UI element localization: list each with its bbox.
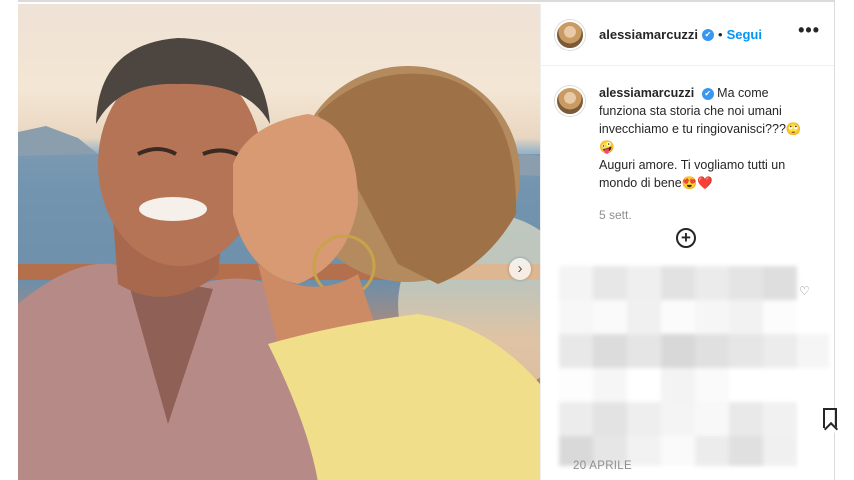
header-username[interactable]: alessiamarcuzzi (599, 27, 698, 42)
bookmark-icon[interactable] (823, 408, 837, 428)
follow-button[interactable]: Segui (727, 27, 762, 42)
caption-verified-badge-icon: ✔ (701, 88, 714, 100)
next-image-button[interactable]: › (509, 258, 531, 280)
caption-avatar[interactable] (555, 86, 585, 116)
caption-body: alessiamarcuzzi ✔ Ma come funziona sta s… (599, 84, 809, 224)
caption: alessiamarcuzzi ✔ Ma come funziona sta s… (541, 66, 834, 224)
verified-badge-icon: ✔ (702, 28, 715, 41)
post-header: alessiamarcuzzi ✔ • Segui ••• (541, 4, 834, 66)
post-sidebar: alessiamarcuzzi ✔ • Segui ••• alessiamar… (540, 4, 837, 480)
post-date[interactable]: 20 APRILE (573, 460, 632, 472)
pixelated-comments (559, 266, 829, 466)
caption-text-line2: Auguri amore. Ti vogliamo tutti un mondo… (599, 158, 786, 190)
load-more-comments-icon[interactable]: + (676, 228, 696, 248)
like-comment-icon[interactable]: ♡ (799, 284, 810, 298)
avatar[interactable] (555, 19, 585, 50)
header-separator: • (718, 27, 723, 42)
caption-username[interactable]: alessiamarcuzzi (599, 86, 694, 100)
more-options-icon[interactable]: ••• (798, 20, 820, 41)
post-time[interactable]: 5 sett. (599, 206, 809, 224)
post-photo[interactable]: › (18, 4, 540, 480)
photo-illustration (18, 38, 540, 480)
instagram-post: › alessiamarcuzzi ✔ • Segui ••• alessiam… (18, 0, 837, 480)
